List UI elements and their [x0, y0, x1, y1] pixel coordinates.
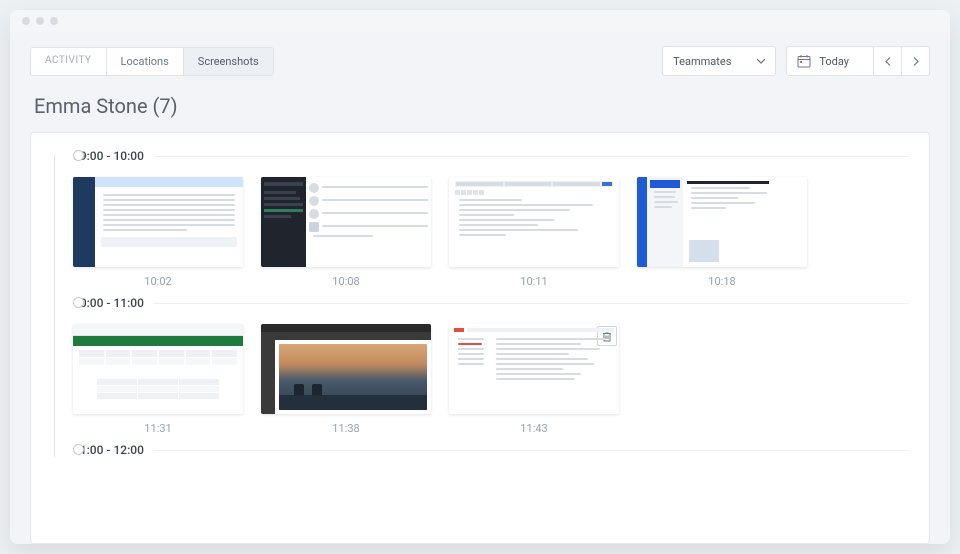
- timeline-node: [73, 150, 84, 161]
- screenshot-row: 10:02: [73, 177, 909, 288]
- time-header: 11:00 - 12:00: [73, 443, 909, 457]
- screenshot-item[interactable]: 11:31: [73, 324, 243, 435]
- calendar-icon: [797, 54, 811, 68]
- screenshot-thumb: [449, 324, 619, 414]
- divider: [154, 450, 909, 451]
- timeline: 09:00 - 10:00: [49, 149, 909, 457]
- timeline-node: [73, 297, 84, 308]
- screenshot-item[interactable]: 11:43: [449, 324, 619, 435]
- time-section: 11:00 - 12:00: [73, 443, 909, 457]
- tab-screenshots[interactable]: Screenshots: [183, 48, 273, 75]
- screenshot-item[interactable]: 11:38: [261, 324, 431, 435]
- tab-locations[interactable]: Locations: [106, 48, 183, 75]
- teammates-select[interactable]: Teammates: [662, 46, 776, 76]
- screenshot-thumb: [261, 324, 431, 414]
- screenshot-time: 10:02: [73, 275, 243, 288]
- date-display[interactable]: Today: [786, 46, 874, 76]
- screenshot-thumb: [73, 324, 243, 414]
- screenshot-time: 11:31: [73, 422, 243, 435]
- filter-controls: Teammates Today: [662, 46, 930, 76]
- app-window: ACTIVITY Locations Screenshots Teammates…: [10, 10, 950, 544]
- screenshot-item[interactable]: 10:08: [261, 177, 431, 288]
- chevron-right-icon: [913, 57, 919, 66]
- teammates-label: Teammates: [673, 55, 731, 68]
- screenshot-time: 10:18: [637, 275, 807, 288]
- screenshot-time: 11:38: [261, 422, 431, 435]
- time-section: 09:00 - 10:00: [73, 149, 909, 288]
- date-label: Today: [819, 55, 849, 68]
- view-tabs: ACTIVITY Locations Screenshots: [30, 47, 274, 76]
- page-title: Emma Stone (7): [34, 94, 926, 118]
- screenshot-row: 11:31: [73, 324, 909, 435]
- timeline-node: [73, 444, 84, 455]
- page-content: ACTIVITY Locations Screenshots Teammates…: [10, 32, 950, 544]
- divider: [154, 156, 909, 157]
- screenshots-panel: 09:00 - 10:00: [30, 132, 930, 544]
- screenshot-thumb: [637, 177, 807, 267]
- screenshot-item[interactable]: 10:11: [449, 177, 619, 288]
- divider: [154, 303, 909, 304]
- timeline-rail: [54, 155, 55, 457]
- screenshot-time: 10:11: [449, 275, 619, 288]
- top-bar: ACTIVITY Locations Screenshots Teammates…: [30, 46, 930, 76]
- screenshot-thumb: [73, 177, 243, 267]
- window-titlebar: [10, 10, 950, 32]
- time-header: 09:00 - 10:00: [73, 149, 909, 163]
- screenshot-time: 11:43: [449, 422, 619, 435]
- tab-activity[interactable]: ACTIVITY: [31, 48, 106, 75]
- caret-down-icon: [757, 59, 765, 64]
- date-next-button[interactable]: [902, 46, 930, 76]
- screenshot-time: 10:08: [261, 275, 431, 288]
- window-dot: [36, 17, 44, 25]
- screenshot-thumb: [449, 177, 619, 267]
- time-section: 10:00 - 11:00: [73, 296, 909, 435]
- screenshot-thumb: [261, 177, 431, 267]
- date-prev-button[interactable]: [874, 46, 902, 76]
- screenshot-item[interactable]: 10:02: [73, 177, 243, 288]
- chevron-left-icon: [885, 57, 891, 66]
- window-dot: [50, 17, 58, 25]
- time-header: 10:00 - 11:00: [73, 296, 909, 310]
- screenshot-item[interactable]: 10:18: [637, 177, 807, 288]
- date-picker: Today: [786, 46, 930, 76]
- window-dot: [22, 17, 30, 25]
